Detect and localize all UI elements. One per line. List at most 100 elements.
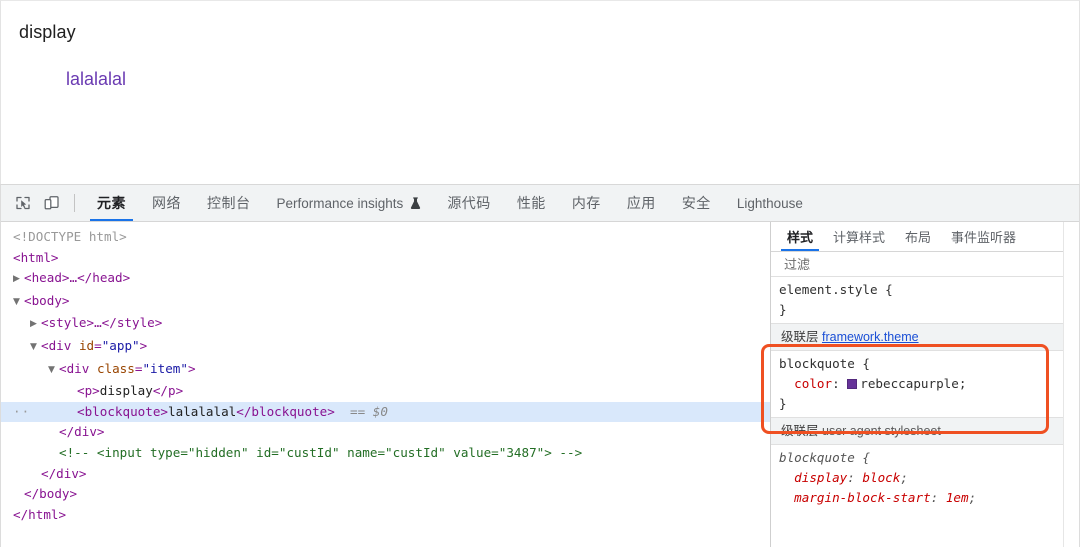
user-agent-stylesheet-label: user agent stylesheet: [822, 424, 941, 438]
tab-security-label: 安全: [681, 195, 711, 211]
inspect-element-icon[interactable]: [8, 185, 37, 221]
selected-node-reference: [335, 404, 350, 419]
blockquote-rule-selector: blockquote {: [779, 356, 870, 371]
styles-filter-bar[interactable]: [771, 252, 1079, 277]
div-app-attr-name: id: [78, 337, 95, 353]
rule-blockquote-user-agent[interactable]: blockquote { display: block; margin-bloc…: [771, 445, 1079, 511]
styles-filter-input[interactable]: [782, 255, 982, 273]
blockquote-text-node: lalalalal: [168, 403, 237, 419]
styles-scrollbar-gutter[interactable]: [1063, 222, 1079, 547]
dom-node-p[interactable]: <p>display</p>: [1, 381, 770, 402]
dom-node-html-open[interactable]: <html>: [1, 248, 770, 269]
tab-sources[interactable]: 源代码: [434, 185, 504, 221]
dom-node-div-app[interactable]: ▼ <div id="app">: [1, 336, 770, 359]
device-toolbar-icon[interactable]: [37, 185, 66, 221]
div-app-close-tag: </div>: [41, 465, 87, 481]
tab-performance[interactable]: 性能: [504, 185, 559, 221]
dom-node-doctype[interactable]: <!DOCTYPE html>: [1, 227, 770, 248]
rule-blockquote-framework-theme[interactable]: blockquote { color: rebeccapurple; }: [771, 351, 1079, 417]
body-open-tag: <body>: [24, 292, 70, 308]
tab-memory[interactable]: 内存: [559, 185, 614, 221]
dom-node-head[interactable]: ▶ <head>…</head>: [1, 268, 770, 291]
styles-tabbar: 样式 计算样式 布局 事件监听器: [771, 222, 1079, 252]
rule-element-style[interactable]: element.style { }: [771, 277, 1079, 323]
dom-node-body-open[interactable]: ▼ <body>: [1, 291, 770, 314]
dom-node-comment[interactable]: <!-- <input type="hidden" id="custId" na…: [1, 443, 770, 464]
tab-layout-label: 布局: [905, 230, 932, 245]
chevron-right-icon[interactable]: ▶: [30, 314, 41, 335]
tab-console-label: 控制台: [207, 195, 251, 211]
html-close-tag: </html>: [13, 506, 67, 522]
html-open-tag: <html>: [13, 249, 59, 265]
tab-styles[interactable]: 样式: [777, 222, 823, 251]
dom-tree-panel[interactable]: <!DOCTYPE html> <html> ▶ <head>…</head> ▼…: [1, 222, 771, 547]
stylesheet-source-link[interactable]: framework.theme: [822, 330, 919, 344]
dom-node-div-item-close[interactable]: </div>: [1, 422, 770, 443]
toolbar-divider: [74, 194, 75, 212]
styles-sidebar: 样式 计算样式 布局 事件监听器 过滤 element.style {} 级联…: [771, 222, 1079, 547]
tab-computed[interactable]: 计算样式: [823, 222, 895, 251]
declaration-value-color[interactable]: rebeccapurple: [860, 376, 959, 391]
tab-computed-label: 计算样式: [833, 230, 886, 245]
tab-sources-label: 源代码: [447, 195, 491, 211]
devtools-panel: 元素 网络 控制台 Performance insights 源代码 性能 内存…: [0, 184, 1080, 547]
declaration-property-color[interactable]: color: [794, 376, 832, 391]
dom-node-blockquote-selected[interactable]: ·· <blockquote>lalalalal</blockquote> == …: [1, 401, 770, 423]
chevron-down-icon[interactable]: ▼: [48, 360, 59, 381]
element-style-close-brace: }: [779, 302, 787, 317]
tab-layout[interactable]: 布局: [895, 222, 941, 251]
devtools-screenshot: display lalalalal 元素 网络 控制台 Performance …: [0, 0, 1080, 547]
div-app-tagname: div: [48, 337, 72, 353]
element-style-selector: element.style {: [779, 282, 893, 297]
div-item-attr-name: class: [96, 360, 135, 376]
doctype-text: <!DOCTYPE html>: [13, 229, 127, 244]
page-paragraph: display: [19, 22, 76, 42]
cascade-layer-label-ua: 级联层: [781, 424, 819, 438]
blockquote-open-tag: <blockquote>: [77, 403, 168, 419]
page-blockquote: lalalalal: [66, 69, 127, 89]
rule-origin-framework-theme: 级联层 framework.theme: [771, 323, 1079, 351]
flask-icon: [410, 196, 421, 210]
chevron-down-icon[interactable]: ▼: [30, 337, 41, 358]
declaration-property-margin-block-start: margin-block-start: [794, 490, 931, 505]
tab-application[interactable]: 应用: [614, 185, 669, 221]
collapsed-dots-marker: ··: [13, 403, 31, 419]
style-tag: <style>…</style>: [41, 315, 163, 331]
declaration-property-display: display: [794, 470, 848, 485]
tab-event-listeners-label: 事件监听器: [951, 230, 1017, 245]
rule-origin-user-agent: 级联层 user agent stylesheet: [771, 417, 1079, 445]
dom-node-style[interactable]: ▶ <style>…</style>: [1, 313, 770, 336]
devtools-body: <!DOCTYPE html> <html> ▶ <head>…</head> ▼…: [1, 222, 1079, 547]
tab-elements-label: 元素: [97, 195, 126, 211]
blockquote-rule-close-brace: }: [779, 396, 787, 411]
tab-event-listeners[interactable]: 事件监听器: [941, 222, 1026, 251]
tab-performance-label: 性能: [516, 195, 546, 211]
comment-text: <!-- <input type="hidden" id="custId" na…: [59, 444, 583, 460]
tab-performance-insights-label: Performance insights: [276, 195, 404, 211]
tab-console[interactable]: 控制台: [194, 185, 264, 221]
tab-lighthouse[interactable]: Lighthouse: [724, 185, 816, 221]
div-item-close-tag: </div>: [59, 424, 105, 440]
tab-application-label: 应用: [626, 195, 656, 211]
tab-network-label: 网络: [152, 195, 181, 211]
head-tag: <head>…</head>: [24, 270, 131, 286]
dom-node-body-close[interactable]: </body>: [1, 484, 770, 505]
dom-node-html-close[interactable]: </html>: [1, 505, 770, 526]
dom-node-div-item[interactable]: ▼ <div class="item">: [1, 359, 770, 382]
dom-node-div-app-close[interactable]: </div>: [1, 464, 770, 485]
styles-rules-list[interactable]: element.style { } 级联层 framework.theme bl…: [771, 277, 1079, 547]
tab-performance-insights[interactable]: Performance insights: [264, 185, 435, 221]
tab-network[interactable]: 网络: [139, 185, 194, 221]
color-swatch[interactable]: [847, 379, 858, 389]
tab-elements[interactable]: 元素: [84, 185, 139, 221]
p-text-node: display: [99, 383, 153, 399]
cascade-layer-label: 级联层: [781, 330, 819, 344]
div-app-attr-value: "app": [101, 337, 140, 353]
chevron-right-icon[interactable]: ▶: [13, 269, 24, 290]
selected-node-dollar-zero: == $0: [350, 403, 388, 419]
tab-security[interactable]: 安全: [669, 185, 724, 221]
tab-styles-label: 样式: [787, 230, 814, 245]
page-viewport: display lalalalal: [0, 0, 1080, 184]
div-item-attr-value: "item": [142, 360, 188, 376]
chevron-down-icon[interactable]: ▼: [13, 292, 24, 313]
